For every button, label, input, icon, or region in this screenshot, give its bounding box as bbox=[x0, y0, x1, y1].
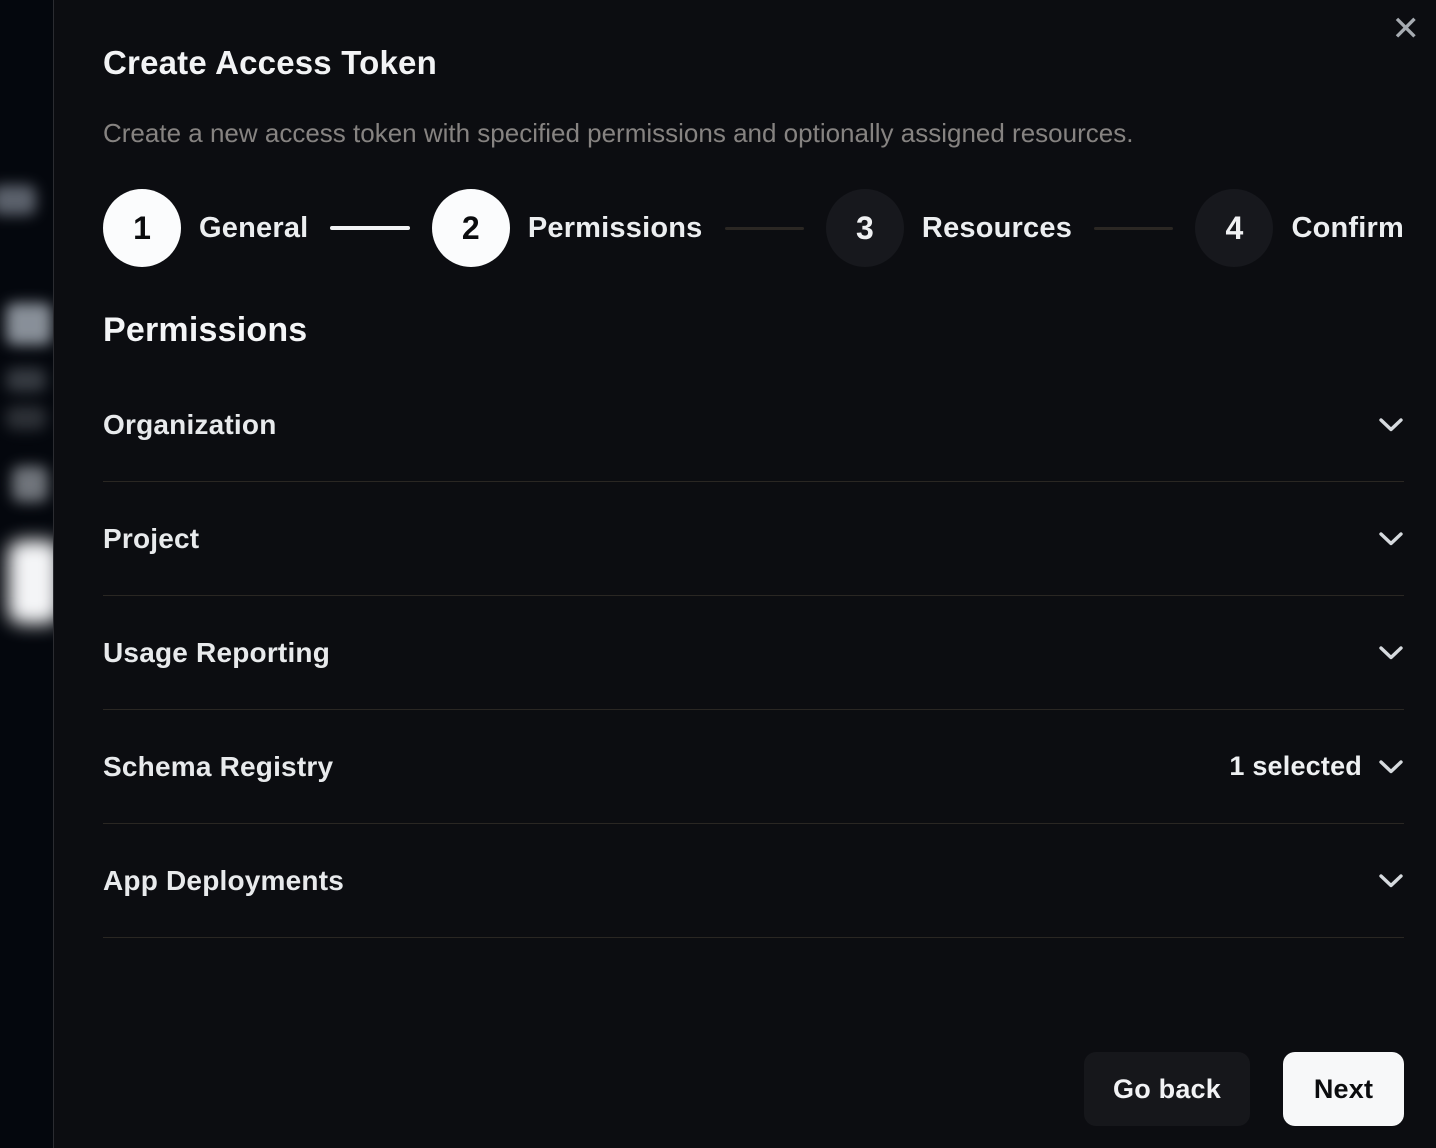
chevron-down-icon bbox=[1378, 645, 1404, 661]
permission-row-label: Usage Reporting bbox=[103, 637, 330, 669]
screen: ✕ Create Access Token Create a new acces… bbox=[0, 0, 1436, 1148]
next-button[interactable]: Next bbox=[1283, 1052, 1404, 1126]
step-label: Permissions bbox=[528, 212, 703, 245]
step-label: General bbox=[199, 212, 308, 245]
blurred-background-text bbox=[0, 185, 36, 215]
permission-row-label: App Deployments bbox=[103, 865, 344, 897]
step-connector-upcoming bbox=[725, 227, 804, 230]
step-general[interactable]: 1 General bbox=[103, 189, 308, 267]
modal-title: Create Access Token bbox=[103, 44, 1403, 82]
close-icon[interactable]: ✕ bbox=[1392, 12, 1421, 46]
permission-row-organization[interactable]: Organization bbox=[103, 368, 1404, 482]
create-access-token-modal: ✕ Create Access Token Create a new acces… bbox=[53, 0, 1436, 1148]
background-page bbox=[0, 0, 55, 1148]
blurred-background-icon bbox=[12, 466, 48, 502]
step-number-badge: 4 bbox=[1195, 189, 1273, 267]
chevron-down-icon bbox=[1378, 759, 1404, 775]
section-heading-permissions: Permissions bbox=[103, 311, 1403, 350]
permissions-list: Organization Project Usage bbox=[103, 368, 1404, 938]
chevron-down-icon bbox=[1378, 417, 1404, 433]
chevron-down-icon bbox=[1378, 531, 1404, 547]
step-number-badge: 1 bbox=[103, 189, 181, 267]
step-number-badge: 3 bbox=[826, 189, 904, 267]
blurred-background-text bbox=[6, 406, 46, 430]
chevron-down-icon bbox=[1378, 873, 1404, 889]
blurred-background-text bbox=[6, 368, 46, 392]
permission-row-app-deployments[interactable]: App Deployments bbox=[103, 824, 1404, 938]
stepper: 1 General 2 Permissions 3 Resources 4 Co… bbox=[103, 189, 1404, 267]
go-back-button[interactable]: Go back bbox=[1084, 1052, 1250, 1126]
selection-count: 1 selected bbox=[1229, 751, 1362, 782]
permission-row-project[interactable]: Project bbox=[103, 482, 1404, 596]
permission-row-schema-registry[interactable]: Schema Registry 1 selected bbox=[103, 710, 1404, 824]
modal-description: Create a new access token with specified… bbox=[103, 118, 1403, 149]
step-permissions[interactable]: 2 Permissions bbox=[432, 189, 703, 267]
permission-row-label: Schema Registry bbox=[103, 751, 333, 783]
blurred-background-text bbox=[6, 303, 52, 345]
step-number-badge: 2 bbox=[432, 189, 510, 267]
step-connector-complete bbox=[330, 226, 409, 230]
permission-row-label: Organization bbox=[103, 409, 277, 441]
step-confirm[interactable]: 4 Confirm bbox=[1195, 189, 1404, 267]
permission-row-label: Project bbox=[103, 523, 199, 555]
permission-row-usage-reporting[interactable]: Usage Reporting bbox=[103, 596, 1404, 710]
modal-footer: Go back Next bbox=[103, 1052, 1404, 1126]
step-resources[interactable]: 3 Resources bbox=[826, 189, 1072, 267]
step-label: Resources bbox=[922, 212, 1072, 245]
step-label: Confirm bbox=[1291, 212, 1404, 245]
step-connector-upcoming bbox=[1094, 227, 1173, 230]
